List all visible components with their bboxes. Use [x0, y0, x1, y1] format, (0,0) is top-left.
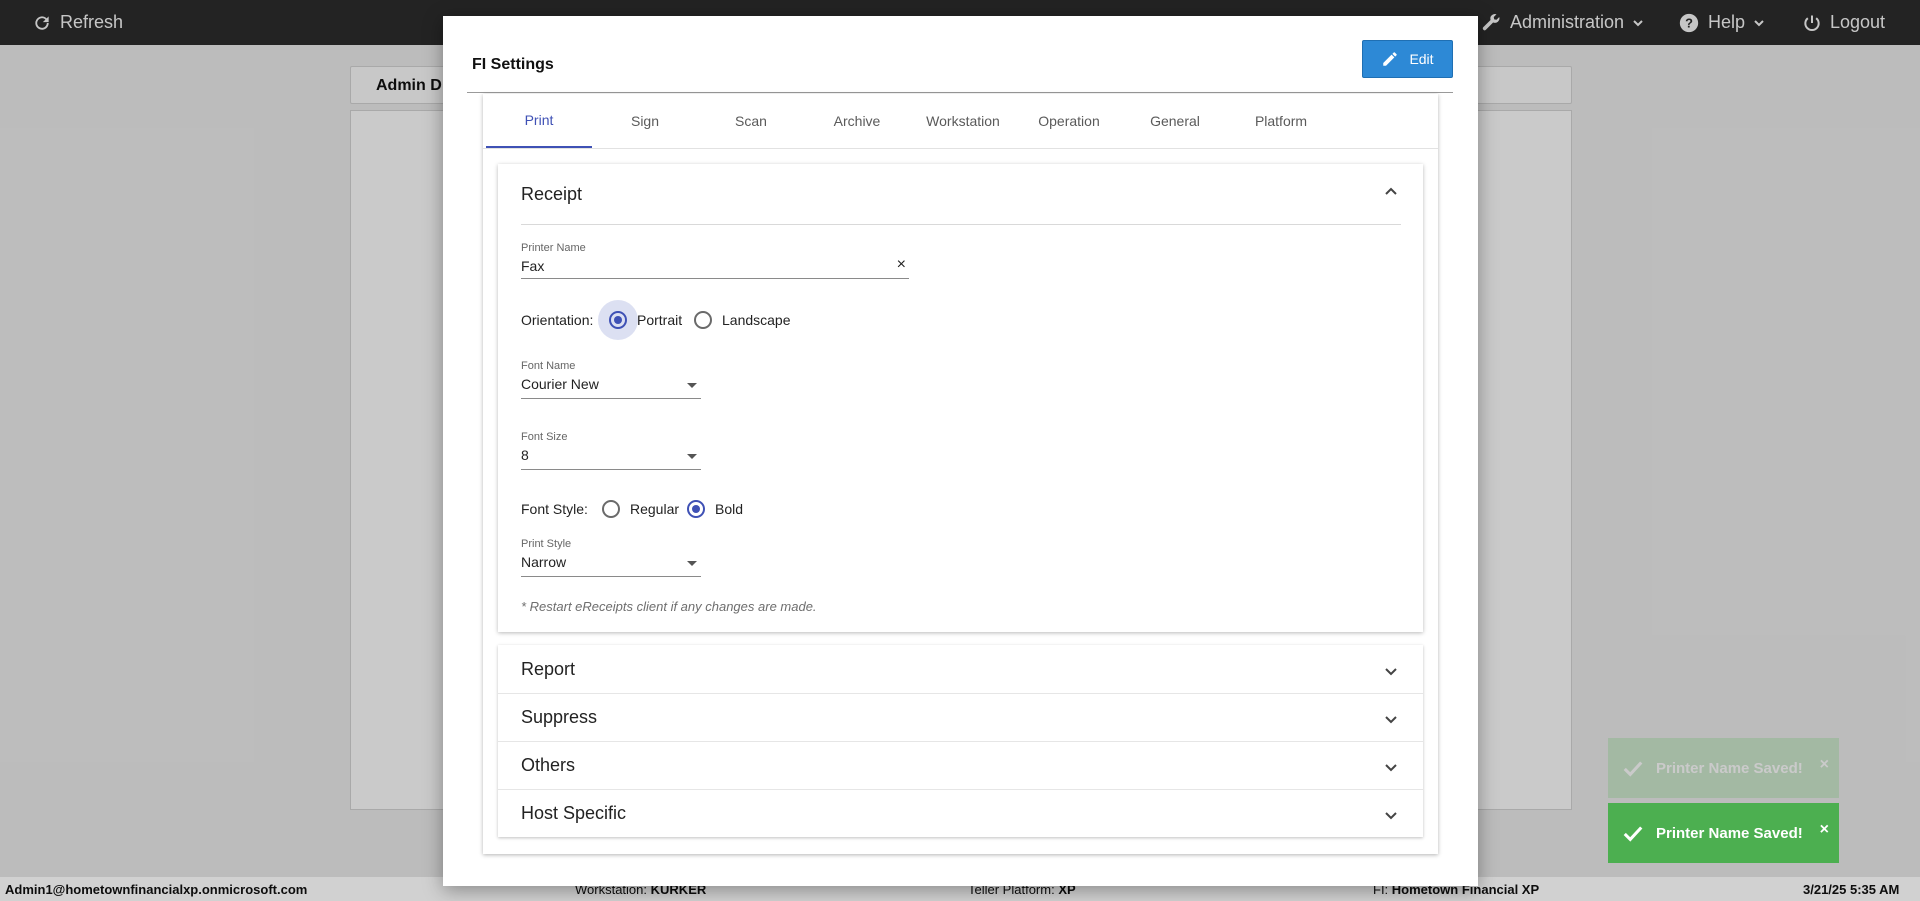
restart-note: * Restart eReceipts client if any change… — [521, 599, 817, 614]
receipt-panel: Receipt Printer Name Fax × Orientation: … — [498, 164, 1423, 632]
settings-card: Print Sign Scan Archive Workstation Oper… — [483, 94, 1438, 854]
dropdown-arrow-icon — [687, 454, 697, 459]
portrait-radio[interactable] — [609, 311, 627, 329]
check-icon — [1623, 761, 1643, 777]
tab-scan[interactable]: Scan — [698, 94, 804, 148]
landscape-radio[interactable] — [694, 311, 712, 329]
print-style-label: Print Style — [521, 538, 572, 550]
tab-platform[interactable]: Platform — [1228, 94, 1334, 148]
regular-radio[interactable] — [602, 500, 620, 518]
toast-message: Printer Name Saved! — [1656, 759, 1803, 777]
print-style-value: Narrow — [521, 554, 567, 570]
print-style-select[interactable]: Narrow — [521, 552, 701, 577]
dialog-header: FI Settings Edit — [467, 40, 1453, 93]
font-size-value: 8 — [521, 447, 529, 463]
edit-label: Edit — [1409, 51, 1434, 67]
font-name-value: Courier New — [521, 376, 599, 392]
receipt-panel-header[interactable]: Receipt — [521, 164, 1401, 225]
collapsed-sections: Report Suppress Others Host Specific — [498, 645, 1423, 837]
chevron-down-icon — [1385, 716, 1397, 724]
tab-sign[interactable]: Sign — [592, 94, 698, 148]
dialog-title: FI Settings — [472, 56, 554, 73]
tab-archive[interactable]: Archive — [804, 94, 910, 148]
toast-notification: Printer Name Saved! × — [1608, 738, 1839, 798]
dropdown-arrow-icon — [687, 561, 697, 566]
tab-print[interactable]: Print — [486, 94, 592, 148]
landscape-label: Landscape — [722, 312, 791, 328]
chevron-down-icon — [1385, 764, 1397, 772]
toast-message: Printer Name Saved! — [1656, 824, 1803, 842]
tab-general[interactable]: General — [1122, 94, 1228, 148]
font-name-label: Font Name — [521, 360, 576, 372]
font-size-select[interactable]: 8 — [521, 445, 701, 470]
fi-settings-dialog: FI Settings Edit Print Sign Scan Archive… — [443, 16, 1478, 886]
receipt-panel-title: Receipt — [521, 184, 583, 204]
chevron-down-icon — [1385, 668, 1397, 676]
orientation-label: Orientation: — [521, 312, 594, 328]
font-size-label: Font Size — [521, 431, 568, 443]
bold-radio[interactable] — [687, 500, 705, 518]
font-style-label: Font Style: — [521, 501, 588, 517]
suppress-panel-header[interactable]: Suppress — [498, 693, 1423, 742]
others-panel-header[interactable]: Others — [498, 741, 1423, 790]
tab-operation[interactable]: Operation — [1016, 94, 1122, 148]
host-specific-panel-header[interactable]: Host Specific — [498, 789, 1423, 837]
bold-label: Bold — [715, 501, 744, 517]
font-name-select[interactable]: Courier New — [521, 374, 701, 399]
tab-workstation[interactable]: Workstation — [910, 94, 1016, 148]
chevron-down-icon — [1385, 812, 1397, 820]
printer-name-value: Fax — [521, 258, 545, 274]
settings-tabs: Print Sign Scan Archive Workstation Oper… — [483, 94, 1438, 149]
portrait-label: Portrait — [637, 312, 683, 328]
toast-notification: Printer Name Saved! × — [1608, 803, 1839, 863]
pencil-icon — [1383, 52, 1398, 66]
others-title: Others — [521, 755, 576, 775]
suppress-title: Suppress — [521, 707, 598, 727]
clear-icon[interactable]: × — [897, 256, 906, 274]
regular-label: Regular — [630, 501, 680, 517]
report-title: Report — [521, 659, 576, 679]
printer-name-label: Printer Name — [521, 242, 586, 254]
printer-name-field[interactable]: Fax × — [521, 256, 909, 279]
host-specific-title: Host Specific — [521, 803, 627, 823]
edit-button[interactable]: Edit — [1362, 40, 1453, 78]
chevron-up-icon[interactable] — [1381, 182, 1401, 202]
toast-close-button[interactable]: × — [1820, 821, 1829, 839]
check-icon — [1623, 826, 1643, 842]
report-panel-header[interactable]: Report — [498, 645, 1423, 694]
toast-close-button[interactable]: × — [1820, 756, 1829, 774]
dropdown-arrow-icon — [687, 383, 697, 388]
